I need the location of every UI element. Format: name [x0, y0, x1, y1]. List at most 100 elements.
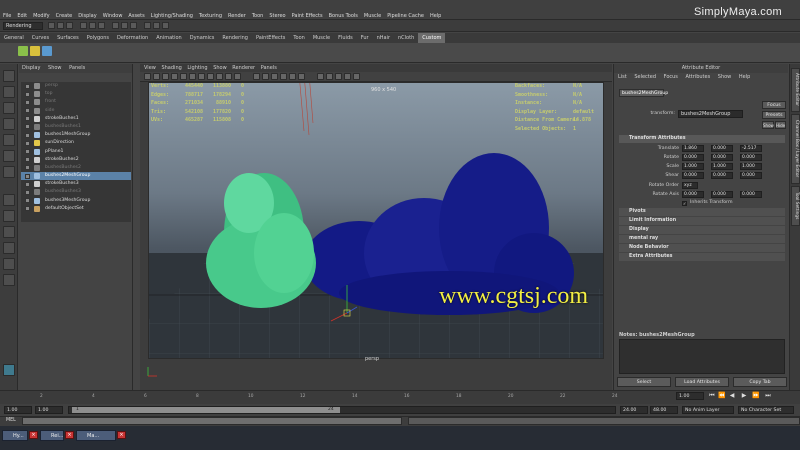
snap-grid-icon[interactable] — [112, 22, 119, 29]
grid-toggle-icon[interactable] — [180, 73, 187, 80]
camera-select-icon[interactable] — [144, 73, 151, 80]
outliner-list[interactable]: persp top front side strokeBushes1 bushesBush… — [21, 82, 131, 222]
menu-set-selector[interactable]: Rendering — [3, 22, 43, 30]
outliner-item[interactable]: pPlane1 — [21, 148, 131, 156]
shelf-tab-deformation[interactable]: Deformation — [113, 33, 152, 43]
expand-box-icon[interactable] — [25, 198, 30, 204]
end-time-field[interactable]: 48.00 — [650, 406, 678, 414]
save-scene-icon[interactable] — [66, 22, 73, 29]
layout-hypershade-icon[interactable] — [3, 258, 15, 270]
shelf-tab-polygons[interactable]: Polygons — [83, 33, 113, 43]
open-scene-icon[interactable] — [57, 22, 64, 29]
prev-key-icon[interactable]: ◀ — [728, 392, 736, 400]
isolate-select-icon[interactable] — [317, 73, 324, 80]
shelf-tab-fluids[interactable]: Fluids — [334, 33, 357, 43]
ae-menu-attributes[interactable]: Attributes — [686, 74, 711, 80]
focus-button[interactable]: Focus — [762, 101, 786, 109]
viewport-menu-view[interactable]: View — [144, 65, 156, 71]
show-button[interactable]: Show — [762, 121, 774, 129]
shear-y-field[interactable]: 0.000 — [711, 172, 733, 179]
layout-four-icon[interactable] — [3, 210, 15, 222]
shelf-tool-icon[interactable] — [42, 46, 52, 56]
outliner-item[interactable]: sunDirection — [21, 139, 131, 147]
outliner-item[interactable]: top — [21, 90, 131, 98]
tab-attribute-editor[interactable]: Attribute Editor — [791, 68, 800, 112]
hide-button[interactable]: Hide — [775, 121, 786, 129]
expand-box-icon[interactable] — [25, 189, 30, 195]
rotate-z-field[interactable]: 0.000 — [740, 154, 762, 161]
ae-menu-selected[interactable]: Selected — [634, 74, 656, 80]
ipr-render-icon[interactable] — [153, 22, 160, 29]
scale-z-field[interactable]: 1.000 — [740, 163, 762, 170]
shelf-tab-custom[interactable]: Custom — [418, 33, 446, 43]
outliner-item[interactable]: strokeBushes1 — [21, 115, 131, 123]
anim-layer-select[interactable]: No Anim Layer — [682, 406, 734, 414]
outliner-menu-show[interactable]: Show — [48, 65, 62, 71]
select-hierarchy-icon[interactable] — [80, 22, 87, 29]
translate-x-field[interactable]: 1.860 — [682, 145, 704, 152]
shelf-tab-fur[interactable]: Fur — [357, 33, 373, 43]
select-object-icon[interactable] — [89, 22, 96, 29]
quick-layout-icon[interactable] — [3, 364, 15, 376]
outliner-menu-panels[interactable]: Panels — [69, 65, 85, 71]
expand-box-icon[interactable] — [25, 116, 30, 122]
rotate-axis-z-field[interactable]: 0.000 — [740, 191, 762, 198]
outliner-item[interactable]: persp — [21, 82, 131, 90]
tab-tool-settings[interactable]: Tool Settings — [791, 186, 800, 226]
layout-outliner-icon[interactable] — [3, 226, 15, 238]
shelf-tab-toon[interactable]: Toon — [289, 33, 309, 43]
wireframe-icon[interactable] — [253, 73, 260, 80]
ae-menu-show[interactable]: Show — [718, 74, 732, 80]
section-display[interactable]: Display — [619, 226, 785, 234]
snap-point-icon[interactable] — [130, 22, 137, 29]
rotate-axis-y-field[interactable]: 0.000 — [711, 191, 733, 198]
expand-box-icon[interactable] — [25, 91, 30, 97]
outliner-menu-display[interactable]: Display — [22, 65, 40, 71]
outliner-item[interactable]: bushesBushes2 — [21, 164, 131, 172]
translate-y-field[interactable]: 0.000 — [711, 145, 733, 152]
paint-select-icon[interactable] — [3, 102, 15, 114]
render-settings-icon[interactable] — [162, 22, 169, 29]
xray-icon[interactable] — [326, 73, 333, 80]
inherits-transform-checkbox[interactable]: ✓ — [682, 201, 687, 206]
ae-menu-help[interactable]: Help — [739, 74, 750, 80]
rotate-y-field[interactable]: 0.000 — [711, 154, 733, 161]
section-transform-attributes[interactable]: Transform Attributes — [619, 135, 785, 143]
outliner-item[interactable]: bushesBushes3 — [21, 188, 131, 196]
node-tab[interactable]: bushes2MeshGroup — [619, 89, 668, 97]
outliner-item[interactable]: defaultObjectSet — [21, 205, 131, 213]
expand-box-icon[interactable] — [25, 108, 30, 114]
start-time-field[interactable]: 1.00 — [4, 406, 32, 414]
shelf-tab-muscle[interactable]: Muscle — [309, 33, 334, 43]
shelf-tool-icon[interactable] — [30, 46, 40, 56]
viewport-menu-shading[interactable]: Shading — [161, 65, 181, 71]
outliner-item[interactable]: strokeBushes2 — [21, 156, 131, 164]
rotate-axis-x-field[interactable]: 0.000 — [682, 191, 704, 198]
viewport-menu-show[interactable]: Show — [213, 65, 227, 71]
viewport-menu-lighting[interactable]: Lighting — [187, 65, 207, 71]
expand-box-icon[interactable] — [25, 132, 30, 138]
shear-z-field[interactable]: 0.000 — [740, 172, 762, 179]
film-gate-icon[interactable] — [189, 73, 196, 80]
expand-box-icon[interactable] — [25, 206, 30, 212]
taskbar-item-maya[interactable]: Ma... — [76, 430, 116, 441]
xray-joints-icon[interactable] — [335, 73, 342, 80]
shear-x-field[interactable]: 0.000 — [682, 172, 704, 179]
scale-y-field[interactable]: 1.000 — [711, 163, 733, 170]
select-tool-icon[interactable] — [3, 70, 15, 82]
load-attributes-button[interactable]: Load Attributes — [675, 377, 729, 387]
resolution-gate-icon[interactable] — [198, 73, 205, 80]
rotate-tool-icon[interactable] — [3, 134, 15, 146]
playback-end-field[interactable]: 24.00 — [620, 406, 648, 414]
go-end-icon[interactable]: ⏭ — [764, 392, 772, 400]
close-icon[interactable]: × — [29, 431, 38, 439]
shelf-tab-dynamics[interactable]: Dynamics — [186, 33, 219, 43]
outliner-item[interactable]: bushesBushes1 — [21, 123, 131, 131]
expand-box-icon[interactable] — [25, 149, 30, 154]
shadows-icon[interactable] — [298, 73, 305, 80]
outliner-item[interactable]: side — [21, 107, 131, 115]
section-mental-ray[interactable]: mental ray — [619, 235, 785, 243]
transform-name-field[interactable]: bushes2MeshGroup — [678, 110, 743, 118]
safe-title-icon[interactable] — [234, 73, 241, 80]
expand-box-icon[interactable] — [25, 157, 30, 163]
